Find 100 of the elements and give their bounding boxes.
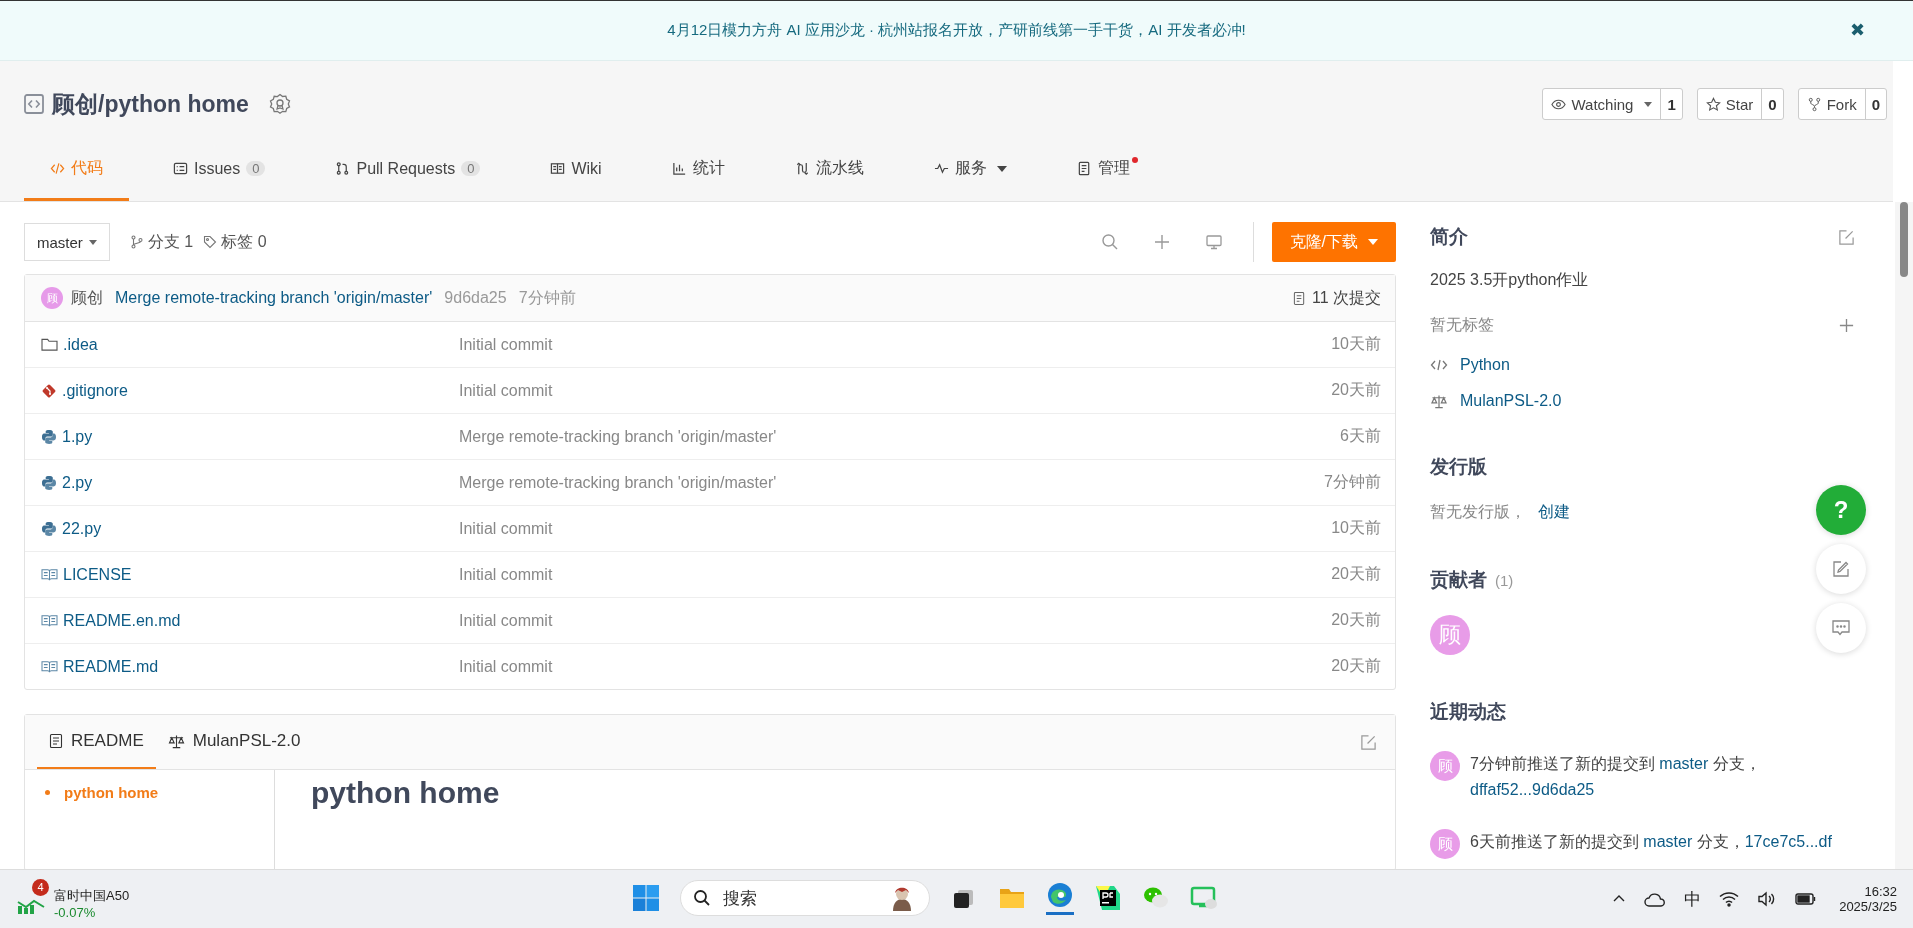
- clipboard-icon: [1076, 161, 1092, 176]
- commit-time: 7分钟前: [518, 287, 576, 308]
- book-icon: [550, 161, 566, 176]
- stock-widget[interactable]: 4 富时中国A50 -0.07%: [16, 878, 196, 920]
- add-icon[interactable]: [1152, 233, 1171, 251]
- commit-range-link[interactable]: 17ce7c5...df: [1744, 833, 1832, 850]
- folder-icon: [41, 337, 58, 352]
- close-button[interactable]: ✖: [1850, 19, 1865, 41]
- start-icon[interactable]: [632, 884, 660, 912]
- file-link[interactable]: LICENSE: [41, 565, 459, 584]
- branches-link[interactable]: 分支 1: [129, 231, 194, 253]
- nav-tab[interactable]: Issues 0: [147, 139, 292, 201]
- wifi-icon[interactable]: [1719, 891, 1740, 907]
- section-title: 发行版: [1430, 455, 1488, 479]
- branch-icon: [129, 235, 144, 249]
- code-icon: [50, 161, 65, 176]
- language-link[interactable]: Python: [1460, 356, 1510, 374]
- search-icon[interactable]: [1100, 233, 1119, 251]
- contributor-count: (1): [1495, 571, 1514, 589]
- file-link[interactable]: .gitignore: [41, 381, 459, 400]
- scale-icon: [1430, 393, 1448, 409]
- commit-message[interactable]: Initial commit: [459, 519, 1332, 538]
- branch-dropdown[interactable]: master: [24, 223, 110, 261]
- readme-tab[interactable]: MulanPSL-2.0: [155, 715, 313, 769]
- clock-time[interactable]: 16:32: [1864, 884, 1897, 899]
- book-icon: [41, 613, 58, 628]
- python-icon: [41, 520, 57, 537]
- stock-name: 富时中国A50: [54, 886, 130, 905]
- scrollbar-thumb[interactable]: [1900, 202, 1908, 277]
- cloud-icon[interactable]: [1644, 891, 1667, 907]
- file-time: 6天前: [1340, 426, 1381, 446]
- commit-message[interactable]: Initial commit: [459, 381, 1332, 400]
- avatar: 顾: [41, 287, 63, 309]
- browser-icon[interactable]: [1046, 881, 1074, 909]
- create-link[interactable]: 创建: [1538, 502, 1570, 523]
- nav-tab[interactable]: 管理: [1050, 139, 1156, 201]
- commit-message[interactable]: Merge remote-tracking branch 'origin/master': [459, 473, 1325, 492]
- pulse-icon: [933, 161, 949, 176]
- commit-message[interactable]: Initial commit: [459, 335, 1332, 354]
- battery-icon[interactable]: [1795, 892, 1818, 906]
- no-tags-text: 暂无标签: [1430, 315, 1494, 335]
- remote-desktop-icon[interactable]: [1190, 884, 1218, 912]
- nav-tab[interactable]: 统计: [645, 139, 751, 201]
- commit-author[interactable]: 顾创: [71, 287, 103, 309]
- commit-message[interactable]: Initial commit: [459, 565, 1332, 584]
- chat-button[interactable]: [1816, 603, 1866, 653]
- nav-tab[interactable]: 流水线: [768, 139, 890, 201]
- pipeline-icon: [794, 161, 810, 176]
- activity-text: 6天前推送了新的提交到 master 分支，17ce7c5...df: [1470, 832, 1832, 852]
- edit-icon: [1831, 559, 1851, 579]
- file-link[interactable]: README.en.md: [41, 611, 459, 630]
- commit-message[interactable]: Initial commit: [459, 657, 1332, 676]
- nav-tab[interactable]: Pull Requests 0: [309, 139, 507, 201]
- search-field[interactable]: 搜索: [680, 880, 930, 916]
- file-link[interactable]: README.md: [41, 657, 459, 676]
- commit-message[interactable]: Merge remote-tracking branch 'origin/master': [115, 289, 433, 307]
- nav-tab[interactable]: Wiki: [524, 139, 628, 201]
- caret-icon: [88, 239, 97, 245]
- file-time: 10天前: [1331, 334, 1381, 354]
- fork-icon: [1806, 96, 1822, 112]
- chat-icon: [1831, 618, 1851, 638]
- repo-action-button[interactable]: Fork 0: [1797, 88, 1887, 120]
- book-icon: [41, 659, 58, 674]
- python-icon: [41, 474, 57, 491]
- file-link[interactable]: .idea: [41, 335, 459, 354]
- scale-icon: [167, 733, 185, 749]
- file-link[interactable]: 1.py: [41, 427, 459, 446]
- branch-link[interactable]: master: [1643, 833, 1693, 850]
- edit-icon[interactable]: [1838, 228, 1855, 246]
- file-time: 10天前: [1331, 518, 1381, 538]
- license-type-link[interactable]: MulanPSL-2.0: [1460, 392, 1562, 410]
- commit-range-link[interactable]: dffaf52...9d6da25: [1470, 781, 1595, 798]
- clock-date[interactable]: 2025/3/25: [1839, 899, 1897, 914]
- feedback-button[interactable]: [1816, 544, 1866, 594]
- file-link[interactable]: 22.py: [41, 519, 459, 538]
- commit-message[interactable]: Initial commit: [459, 611, 1332, 630]
- input-method-indicator[interactable]: 中: [1684, 887, 1702, 911]
- nav-tab[interactable]: 服务: [907, 139, 1033, 201]
- announcement-text[interactable]: 4月12日模力方舟 AI 应用沙龙 · 杭州站报名开放，产研前线第一手干货，AI 开发者必冲!: [667, 21, 1246, 40]
- avatar: 顾: [1430, 751, 1460, 781]
- file-link[interactable]: 2.py: [41, 473, 459, 492]
- no-releases-text: 暂无发行版，: [1430, 502, 1526, 522]
- branch-link[interactable]: master: [1659, 755, 1709, 772]
- section-title: 近期动态: [1430, 700, 1507, 724]
- repo-action-button[interactable]: Watching 1: [1542, 88, 1683, 120]
- repo-action-button[interactable]: Star 0: [1696, 88, 1784, 120]
- edit-icon[interactable]: [1360, 733, 1377, 751]
- caret-icon: [1368, 239, 1378, 245]
- tags-link[interactable]: 标签 0: [203, 231, 267, 253]
- award-icon[interactable]: [268, 93, 291, 115]
- repo-title[interactable]: 顾创/python home: [52, 88, 249, 120]
- commit-message[interactable]: Merge remote-tracking branch 'origin/master': [459, 427, 1341, 446]
- commit-count-link[interactable]: 11 次提交: [1292, 287, 1381, 309]
- monitor-icon[interactable]: [1204, 233, 1223, 251]
- add-icon[interactable]: [1838, 317, 1855, 334]
- ide-icon[interactable]: [1094, 884, 1122, 912]
- readme-tab[interactable]: README: [37, 715, 156, 769]
- file-time: 20天前: [1331, 656, 1381, 676]
- bar-chart-icon: [671, 161, 687, 176]
- file-time: 7分钟前: [1324, 472, 1381, 492]
